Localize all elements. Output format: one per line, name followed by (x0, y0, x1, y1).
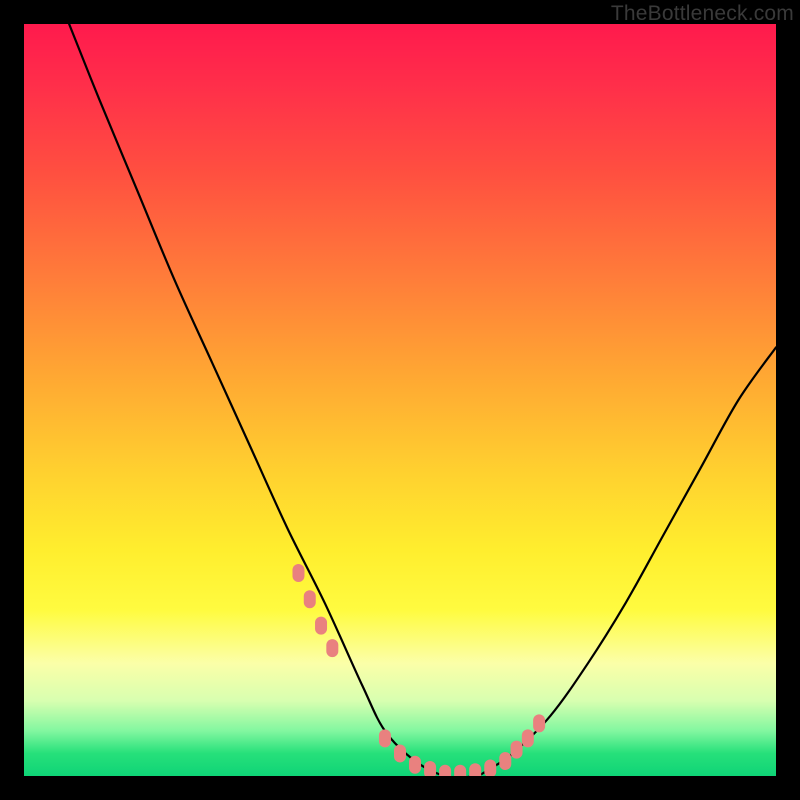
watermark-text: TheBottleneck.com (611, 2, 794, 26)
marker-dot (511, 741, 523, 759)
highlight-markers (292, 564, 545, 776)
marker-dot (394, 744, 406, 762)
marker-dot (424, 761, 436, 776)
marker-dot (499, 752, 511, 770)
marker-dot (315, 617, 327, 635)
marker-dot (484, 759, 496, 776)
marker-dot (533, 714, 545, 732)
marker-dot (379, 729, 391, 747)
chart-frame: TheBottleneck.com (0, 0, 800, 800)
marker-dot (409, 756, 421, 774)
marker-dot (304, 590, 316, 608)
curve-svg (24, 24, 776, 776)
plot-area (24, 24, 776, 776)
marker-dot (326, 639, 338, 657)
marker-dot (522, 729, 534, 747)
marker-dot (439, 765, 451, 776)
marker-dot (292, 564, 304, 582)
marker-dot (454, 765, 466, 776)
marker-dot (469, 763, 481, 776)
bottleneck-curve (69, 24, 776, 776)
